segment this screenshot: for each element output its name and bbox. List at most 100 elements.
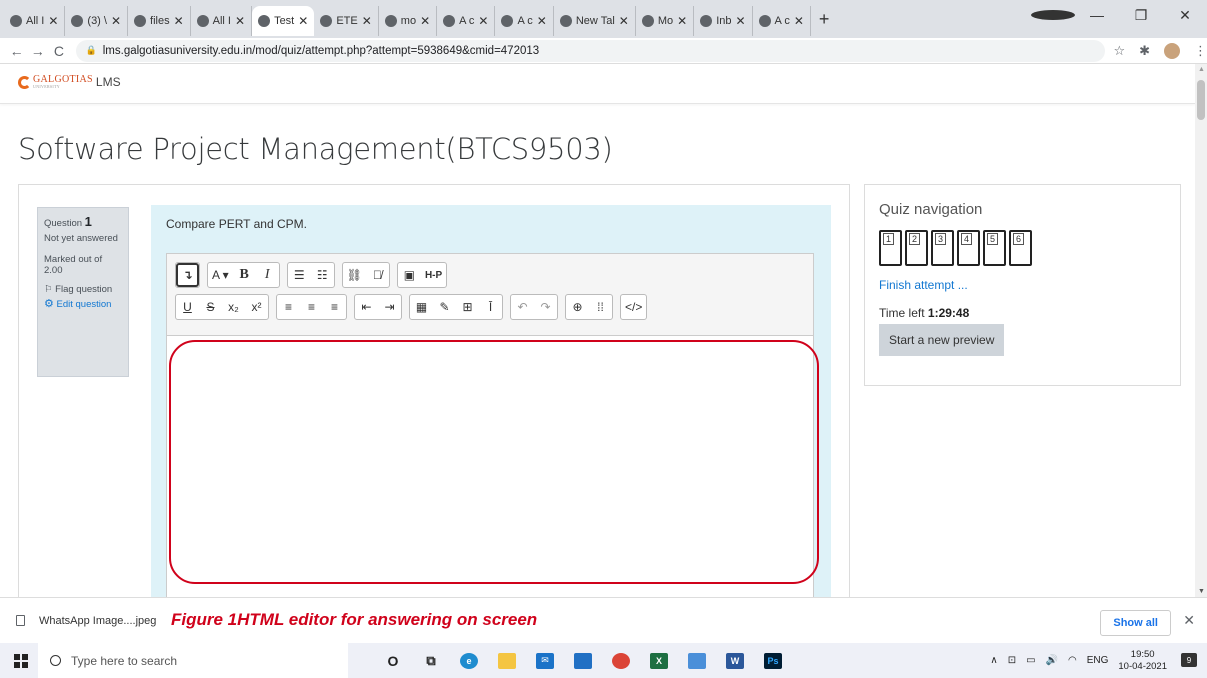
scrollbar-thumb[interactable] xyxy=(1197,80,1205,120)
editor-toolbar-button[interactable]: I xyxy=(256,263,279,287)
editor-toolbar-button[interactable]: A ▾ xyxy=(208,263,233,287)
close-tab-icon[interactable]: ✕ xyxy=(735,14,745,28)
editor-toolbar-button[interactable]: ≡ xyxy=(277,295,300,319)
close-tab-icon[interactable]: ✕ xyxy=(619,14,629,28)
network-icon[interactable]: ⊡ xyxy=(1008,655,1016,666)
quiz-nav-question-button[interactable]: 3 xyxy=(931,230,954,266)
address-bar[interactable]: 🔒 lms.galgotiasuniversity.edu.in/mod/qui… xyxy=(75,39,1106,62)
close-tab-icon[interactable]: ✕ xyxy=(362,14,372,28)
page-scrollbar[interactable]: ▲ ▼ xyxy=(1195,64,1207,597)
store-icon[interactable] xyxy=(574,652,592,669)
quiz-nav-question-button[interactable]: 2 xyxy=(905,230,928,266)
cortana-icon[interactable]: O xyxy=(384,653,402,669)
editor-toolbar-button[interactable]: U xyxy=(176,295,199,319)
app-icon[interactable] xyxy=(688,652,706,669)
browser-tab[interactable]: Mo ✕ xyxy=(636,6,695,36)
browser-tab[interactable]: (3) \ ✕ xyxy=(65,6,129,36)
language-indicator[interactable]: ENG xyxy=(1087,655,1109,666)
close-tab-icon[interactable]: ✕ xyxy=(174,14,184,28)
file-explorer-icon[interactable] xyxy=(498,652,516,669)
wifi-icon[interactable]: ◠ xyxy=(1068,655,1077,666)
mail-icon[interactable]: ✉ xyxy=(536,652,554,669)
browser-tab[interactable]: All I ✕ xyxy=(4,6,66,36)
close-download-bar-icon[interactable]: ✕ xyxy=(1183,612,1195,629)
editor-toolbar-button[interactable]: ☰ xyxy=(288,263,311,287)
answer-input-area[interactable] xyxy=(169,340,819,584)
notification-icon[interactable]: 9 xyxy=(1181,653,1197,667)
editor-toolbar-button[interactable]: ✎ xyxy=(433,295,456,319)
editor-toolbar-button[interactable]: ⊞ xyxy=(456,295,479,319)
editor-toolbar-button[interactable]: ▣ xyxy=(398,263,421,287)
browser-tab[interactable]: Test ✕ xyxy=(252,6,315,36)
profile-avatar[interactable] xyxy=(1164,42,1181,59)
photoshop-icon[interactable]: Ps xyxy=(764,652,782,669)
restore-button[interactable]: ❐ xyxy=(1119,7,1163,24)
clock[interactable]: 19:50 10-04-2021 xyxy=(1118,649,1167,673)
site-logo[interactable]: GALGOTIAS UNIVERSITY LMS xyxy=(18,75,121,89)
scroll-down-icon[interactable]: ▼ xyxy=(1198,588,1205,595)
word-icon[interactable]: W xyxy=(726,652,744,669)
close-tab-icon[interactable]: ✕ xyxy=(478,14,488,28)
volume-icon[interactable]: 🔊 xyxy=(1046,655,1058,666)
close-tab-icon[interactable]: ✕ xyxy=(111,14,121,28)
close-tab-icon[interactable]: ✕ xyxy=(794,14,804,28)
extensions-icon[interactable]: ✱ xyxy=(1139,43,1150,59)
flag-question-link[interactable]: ⚐ Flag question xyxy=(44,284,122,295)
tray-chevron-icon[interactable]: ∧ xyxy=(990,655,997,666)
new-tab-button[interactable]: + xyxy=(819,9,830,30)
editor-toolbar-button[interactable]: </> xyxy=(621,295,646,319)
editor-toolbar-button[interactable]: Ī xyxy=(479,295,502,319)
editor-toolbar-button[interactable]: ⛓ xyxy=(343,263,366,287)
browser-tab[interactable]: files ✕ xyxy=(128,6,191,36)
forward-button[interactable]: → xyxy=(27,43,48,59)
editor-toolbar-button[interactable]: ⛓̸ xyxy=(366,263,389,287)
browser-tab[interactable]: ETE ✕ xyxy=(314,6,379,36)
editor-toolbar-button[interactable]: ≡ xyxy=(300,295,323,319)
editor-toolbar-button[interactable]: ↷ xyxy=(534,295,557,319)
editor-toolbar-button[interactable]: B xyxy=(233,263,256,287)
browser-tab[interactable]: A c ✕ xyxy=(753,6,811,36)
excel-icon[interactable]: X xyxy=(650,652,668,669)
editor-toolbar-button[interactable]: H-P xyxy=(421,263,446,287)
editor-toolbar-button[interactable]: S xyxy=(199,295,222,319)
editor-toolbar-button[interactable]: ⁞⁞ xyxy=(589,295,612,319)
start-new-preview-button[interactable]: Start a new preview xyxy=(879,324,1005,356)
close-tab-icon[interactable]: ✕ xyxy=(48,14,58,28)
editor-toolbar-button[interactable]: ⊕ xyxy=(566,295,589,319)
quiz-nav-question-button[interactable]: 1 xyxy=(879,230,902,266)
reload-button[interactable]: C xyxy=(48,43,69,59)
minimize-button[interactable]: — xyxy=(1075,7,1119,23)
browser-tab[interactable]: Inb ✕ xyxy=(694,6,753,36)
editor-toolbar-button[interactable]: x² xyxy=(245,295,268,319)
menu-icon[interactable]: ⋮ xyxy=(1194,43,1207,59)
editor-toolbar-button[interactable]: ≡ xyxy=(323,295,346,319)
browser-tab[interactable]: New Tal ✕ xyxy=(554,6,636,36)
editor-toolbar-button[interactable]: ↶ xyxy=(511,295,534,319)
editor-toolbar-button[interactable]: ▦ xyxy=(410,295,433,319)
editor-toolbar-button[interactable]: ☷ xyxy=(311,263,334,287)
profile-indicator[interactable] xyxy=(1031,7,1075,23)
chrome-icon[interactable] xyxy=(612,652,630,669)
battery-icon[interactable]: ▭ xyxy=(1026,655,1035,666)
scroll-up-icon[interactable]: ▲ xyxy=(1198,66,1205,73)
close-tab-icon[interactable]: ✕ xyxy=(298,14,308,28)
close-tab-icon[interactable]: ✕ xyxy=(677,14,687,28)
close-tab-icon[interactable]: ✕ xyxy=(420,14,430,28)
quiz-nav-question-button[interactable]: 6 xyxy=(1009,230,1032,266)
back-button[interactable]: ← xyxy=(6,43,27,59)
close-tab-icon[interactable]: ✕ xyxy=(235,14,245,28)
edge-icon[interactable]: e xyxy=(460,652,478,669)
taskbar-search[interactable]: Type here to search xyxy=(38,643,348,678)
windows-start-icon[interactable] xyxy=(14,653,28,668)
editor-toolbar-button[interactable]: ⇤ xyxy=(355,295,378,319)
editor-toolbar-button[interactable]: ↴ xyxy=(176,263,199,287)
finish-attempt-link[interactable]: Finish attempt ... xyxy=(879,278,1166,292)
editor-toolbar-button[interactable]: ⇥ xyxy=(378,295,401,319)
task-view-icon[interactable]: ⧉ xyxy=(422,653,440,669)
edit-question-link[interactable]: ⚙ Edit question xyxy=(44,299,122,311)
browser-tab[interactable]: All I ✕ xyxy=(191,6,253,36)
close-tab-icon[interactable]: ✕ xyxy=(537,14,547,28)
browser-tab[interactable]: A c ✕ xyxy=(495,6,554,36)
editor-toolbar-button[interactable]: x₂ xyxy=(222,295,245,319)
browser-tab[interactable]: mo ✕ xyxy=(379,6,438,36)
